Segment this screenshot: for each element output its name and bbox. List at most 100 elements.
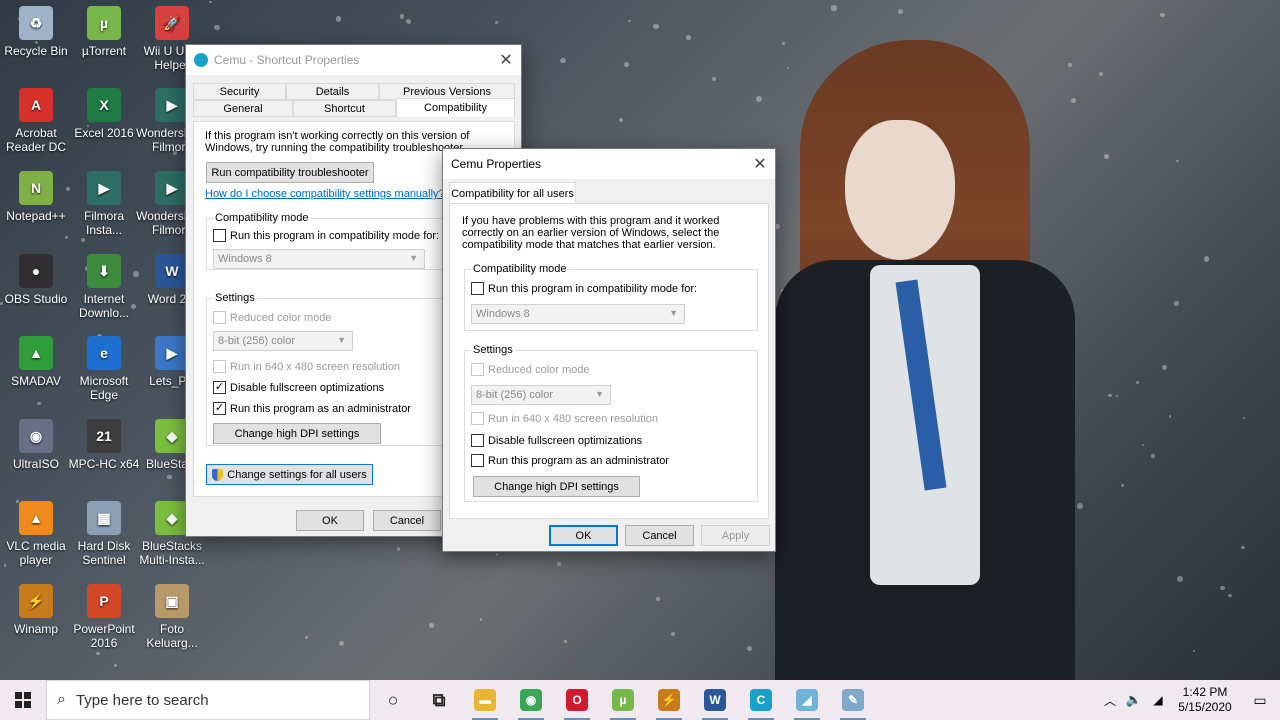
- tab-general[interactable]: General: [193, 100, 293, 117]
- compatibility-mode-group: Compatibility mode Run this program in c…: [464, 263, 758, 331]
- desktop-icon-acrobat-reader-dc[interactable]: A Acrobat Reader DC: [0, 88, 72, 154]
- change-dpi-button[interactable]: Change high DPI settings: [473, 476, 640, 497]
- taskbar-app-blue[interactable]: ◢: [784, 680, 830, 720]
- desktop-icon-recycle-bin[interactable]: ♻ Recycle Bin: [0, 6, 72, 58]
- desktop-icon-label: Internet Downlo...: [78, 292, 130, 320]
- notification-icon[interactable]: ▭: [1240, 692, 1280, 709]
- run-as-admin-checkbox[interactable]: Run this program as an administrator: [471, 454, 669, 467]
- taskbar-search[interactable]: ⌕ Type here to search: [46, 680, 370, 720]
- compat-mode-select: Windows 8 ▼: [213, 249, 425, 269]
- cancel-button[interactable]: Cancel: [625, 525, 694, 546]
- tab-security[interactable]: Security: [193, 83, 286, 100]
- ok-button[interactable]: OK: [549, 525, 618, 546]
- taskbar-opera[interactable]: O: [554, 680, 600, 720]
- taskbar-cortana[interactable]: ○: [370, 680, 416, 720]
- close-icon[interactable]: ✕: [491, 45, 521, 75]
- desktop-icon-foto-keluarg-[interactable]: ▣ Foto Keluarg...: [136, 584, 208, 650]
- desktop-icon-label: Filmora Insta...: [83, 209, 124, 237]
- chevron-up-icon[interactable]: ︿: [1098, 692, 1122, 709]
- reduced-color-checkbox: Reduced color mode: [213, 311, 332, 324]
- desktop-icon-excel-2016[interactable]: X Excel 2016: [68, 88, 140, 140]
- network-icon[interactable]: ◢: [1146, 693, 1170, 707]
- desktop-icon-vlc-media-player[interactable]: ▲ VLC media player: [0, 501, 72, 567]
- close-icon[interactable]: ✕: [745, 149, 775, 179]
- tab-compatibility[interactable]: Compatibility: [396, 98, 515, 117]
- desktop-icon-label: Microsoft Edge: [79, 374, 129, 402]
- all-users-panel: If you have problems with this program a…: [449, 203, 769, 519]
- help-link[interactable]: How do I choose compatibility settings m…: [205, 188, 445, 200]
- desktop-icon-hard-disk-sentinel[interactable]: ▦ Hard Disk Sentinel: [68, 501, 140, 567]
- group-label: Settings: [213, 292, 257, 304]
- start-button[interactable]: [0, 680, 46, 720]
- disable-fullscreen-checkbox[interactable]: ✓ Disable fullscreen optimizations: [213, 381, 384, 394]
- run-as-admin-checkbox[interactable]: ✓ Run this program as an administrator: [213, 402, 411, 415]
- cemu-properties-dialog[interactable]: Cemu Properties ✕ Compatibility for all …: [442, 148, 776, 552]
- taskbar-paint[interactable]: ✎: [830, 680, 876, 720]
- word-icon: W: [704, 689, 726, 711]
- clock[interactable]: 1:42 PM 5/15/2020: [1170, 685, 1240, 715]
- desktop-icon-label: MPC-HC x64: [68, 457, 140, 471]
- group-label: Compatibility mode: [471, 263, 569, 275]
- folder-icon: ▬: [474, 689, 496, 711]
- change-dpi-button[interactable]: Change high DPI settings: [213, 423, 381, 444]
- taskbar-file-explorer[interactable]: ▬: [462, 680, 508, 720]
- check-icon: ✓: [213, 402, 226, 415]
- uac-shield-icon: [212, 468, 224, 481]
- desktop-icon-obs-studio[interactable]: ● OBS Studio: [0, 254, 72, 306]
- desktop-icon-label: OBS Studio: [4, 292, 68, 306]
- volume-icon[interactable]: 🔈: [1122, 692, 1146, 708]
- desktop-icon-label: UltraISO: [12, 457, 59, 471]
- desktop-icon-microsoft-edge[interactable]: e Microsoft Edge: [68, 336, 140, 402]
- taskbar-winamp[interactable]: ⚡: [646, 680, 692, 720]
- desktop-icon-label: BlueStacks Multi-Insta...: [139, 539, 205, 567]
- acrobat-icon: A: [19, 88, 53, 122]
- taskbar-apps: ○ ⧉ ▬ ◉ Oµ ⚡ W C ◢ ✎: [370, 680, 876, 720]
- desktop-icon-notepad-[interactable]: N Notepad++: [0, 171, 72, 223]
- cemu-icon: [194, 53, 208, 67]
- winamp-icon: ⚡: [19, 584, 53, 618]
- ok-button[interactable]: OK: [296, 510, 364, 531]
- taskbar-utorrent[interactable]: µ: [600, 680, 646, 720]
- tab-details[interactable]: Details: [286, 83, 379, 100]
- system-tray: ︿ 🔈 ◢ 1:42 PM 5/15/2020 ▭: [1098, 680, 1280, 720]
- lets-icon: ▶: [155, 336, 189, 370]
- change-all-users-button[interactable]: Change settings for all users: [206, 464, 373, 485]
- compat-mode-checkbox[interactable]: Run this program in compatibility mode f…: [213, 229, 439, 242]
- taskbar-word[interactable]: W: [692, 680, 738, 720]
- desktop-icon-filmora-insta-[interactable]: ▶ Filmora Insta...: [68, 171, 140, 237]
- window-title: Cemu Properties: [451, 157, 542, 171]
- desktop-icon-ultraiso[interactable]: ◉ UltraISO: [0, 419, 72, 471]
- chevron-down-icon: ▼: [595, 389, 604, 399]
- cemu-properties-titlebar[interactable]: Cemu Properties ✕: [443, 149, 775, 179]
- settings-group: Settings Reduced color mode 8-bit (256) …: [464, 344, 758, 502]
- run-troubleshooter-button[interactable]: Run compatibility troubleshooter: [206, 162, 374, 183]
- tab-shortcut[interactable]: Shortcut: [293, 100, 396, 117]
- desktop-icon--torrent[interactable]: µ µTorrent: [68, 6, 140, 58]
- desktop-icon-internet-downlo-[interactable]: ⬇ Internet Downlo...: [68, 254, 140, 320]
- idm-icon: ⬇: [87, 254, 121, 288]
- desktop-icon-powerpoint-2016[interactable]: P PowerPoint 2016: [68, 584, 140, 650]
- tab-compatibility-all-users[interactable]: Compatibility for all users: [449, 182, 576, 204]
- disable-fullscreen-checkbox[interactable]: Disable fullscreen optimizations: [471, 434, 642, 447]
- taskbar-chrome[interactable]: ◉: [508, 680, 554, 720]
- taskbar-cemu[interactable]: C: [738, 680, 784, 720]
- desktop-icon-label: Notepad++: [6, 209, 66, 223]
- ultraiso-icon: ◉: [19, 419, 53, 453]
- compat-mode-checkbox[interactable]: Run this program in compatibility mode f…: [471, 282, 697, 295]
- desktop-icon-label: Acrobat Reader DC: [5, 126, 67, 154]
- task-view-icon: ⧉: [432, 689, 446, 710]
- bluestacks-icon: ◆: [155, 419, 189, 453]
- paint-icon: ✎: [842, 689, 864, 711]
- cancel-button[interactable]: Cancel: [373, 510, 441, 531]
- utorrent-icon: µ: [612, 689, 634, 711]
- window-title: Cemu - Shortcut Properties: [214, 53, 360, 67]
- desktop-icon-winamp[interactable]: ⚡ Winamp: [0, 584, 72, 636]
- cemu-icon: C: [750, 689, 772, 711]
- shortcut-properties-titlebar[interactable]: Cemu - Shortcut Properties ✕: [186, 45, 521, 75]
- wallpaper-figure: [760, 30, 1090, 680]
- desktop-icon-smadav[interactable]: ▲ SMADAV: [0, 336, 72, 388]
- desktop-icon-mpc-hc-x64[interactable]: 21 MPC-HC x64: [68, 419, 140, 471]
- desktop-icon-label: Winamp: [13, 622, 58, 636]
- taskbar-task-view[interactable]: ⧉: [416, 680, 462, 720]
- search-icon: ⌕: [57, 691, 66, 708]
